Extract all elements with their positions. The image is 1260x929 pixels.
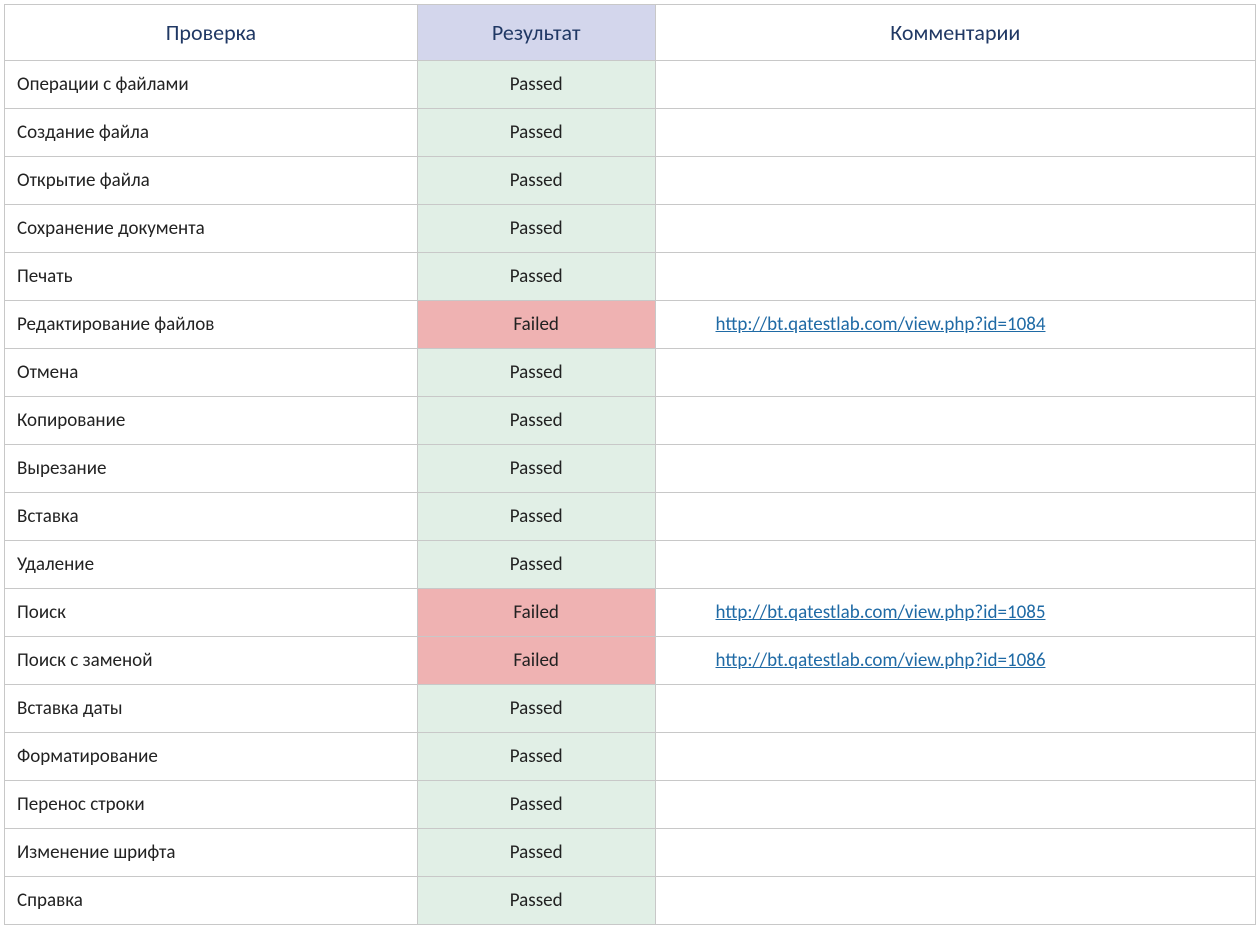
cell-comment — [655, 157, 1255, 205]
cell-result: Passed — [417, 877, 655, 925]
cell-check: Печать — [5, 253, 418, 301]
cell-result: Passed — [417, 493, 655, 541]
cell-check: Открытие файла — [5, 157, 418, 205]
cell-result: Passed — [417, 781, 655, 829]
cell-check: Поиск с заменой — [5, 637, 418, 685]
cell-check: Отмена — [5, 349, 418, 397]
table-row: Операции с файламиPassed — [5, 61, 1256, 109]
table-row: Вставка датыPassed — [5, 685, 1256, 733]
cell-comment — [655, 445, 1255, 493]
test-results-table: Проверка Результат Комментарии Операции … — [4, 4, 1256, 925]
cell-check: Справка — [5, 877, 418, 925]
cell-comment: http://bt.qatestlab.com/view.php?id=1085 — [655, 589, 1255, 637]
bug-link[interactable]: http://bt.qatestlab.com/view.php?id=1086 — [716, 649, 1046, 672]
table-row: ВырезаниеPassed — [5, 445, 1256, 493]
cell-comment — [655, 109, 1255, 157]
bug-link[interactable]: http://bt.qatestlab.com/view.php?id=1084 — [716, 313, 1046, 336]
table-row: ОтменаPassed — [5, 349, 1256, 397]
cell-check: Поиск — [5, 589, 418, 637]
cell-result: Failed — [417, 589, 655, 637]
cell-check: Вставка — [5, 493, 418, 541]
table-row: Сохранение документаPassed — [5, 205, 1256, 253]
cell-check: Создание файла — [5, 109, 418, 157]
cell-result: Passed — [417, 61, 655, 109]
cell-result: Passed — [417, 733, 655, 781]
bug-link[interactable]: http://bt.qatestlab.com/view.php?id=1085 — [716, 601, 1046, 624]
table-row: КопированиеPassed — [5, 397, 1256, 445]
cell-comment: http://bt.qatestlab.com/view.php?id=1084 — [655, 301, 1255, 349]
table-row: ФорматированиеPassed — [5, 733, 1256, 781]
cell-comment — [655, 877, 1255, 925]
cell-result: Passed — [417, 157, 655, 205]
cell-comment — [655, 61, 1255, 109]
header-comment: Комментарии — [655, 5, 1255, 61]
header-check: Проверка — [5, 5, 418, 61]
cell-check: Перенос строки — [5, 781, 418, 829]
cell-comment — [655, 829, 1255, 877]
table-row: ВставкаPassed — [5, 493, 1256, 541]
cell-check: Вырезание — [5, 445, 418, 493]
cell-comment — [655, 781, 1255, 829]
cell-check: Сохранение документа — [5, 205, 418, 253]
cell-check: Редактирование файлов — [5, 301, 418, 349]
cell-result: Passed — [417, 445, 655, 493]
header-result: Результат — [417, 5, 655, 61]
table-row: Открытие файлаPassed — [5, 157, 1256, 205]
cell-result: Passed — [417, 829, 655, 877]
cell-result: Passed — [417, 349, 655, 397]
cell-check: Операции с файлами — [5, 61, 418, 109]
cell-comment — [655, 253, 1255, 301]
cell-result: Passed — [417, 541, 655, 589]
cell-comment: http://bt.qatestlab.com/view.php?id=1086 — [655, 637, 1255, 685]
cell-comment — [655, 541, 1255, 589]
cell-check: Удаление — [5, 541, 418, 589]
table-row: СправкаPassed — [5, 877, 1256, 925]
cell-result: Passed — [417, 685, 655, 733]
cell-comment — [655, 733, 1255, 781]
table-row: Создание файлаPassed — [5, 109, 1256, 157]
cell-result: Passed — [417, 109, 655, 157]
cell-result: Passed — [417, 253, 655, 301]
cell-comment — [655, 349, 1255, 397]
cell-comment — [655, 397, 1255, 445]
cell-check: Форматирование — [5, 733, 418, 781]
table-header-row: Проверка Результат Комментарии — [5, 5, 1256, 61]
cell-result: Failed — [417, 301, 655, 349]
table-row: УдалениеPassed — [5, 541, 1256, 589]
cell-check: Вставка даты — [5, 685, 418, 733]
cell-check: Копирование — [5, 397, 418, 445]
cell-check: Изменение шрифта — [5, 829, 418, 877]
table-row: Редактирование файловFailed http://bt.qa… — [5, 301, 1256, 349]
cell-comment — [655, 685, 1255, 733]
table-row: ПечатьPassed — [5, 253, 1256, 301]
table-row: Поиск с заменойFailed http://bt.qatestlab… — [5, 637, 1256, 685]
cell-result: Failed — [417, 637, 655, 685]
cell-comment — [655, 493, 1255, 541]
table-row: ПоискFailed http://bt.qatestlab.com/view.… — [5, 589, 1256, 637]
cell-result: Passed — [417, 205, 655, 253]
table-row: Перенос строкиPassed — [5, 781, 1256, 829]
table-row: Изменение шрифтаPassed — [5, 829, 1256, 877]
cell-result: Passed — [417, 397, 655, 445]
cell-comment — [655, 205, 1255, 253]
